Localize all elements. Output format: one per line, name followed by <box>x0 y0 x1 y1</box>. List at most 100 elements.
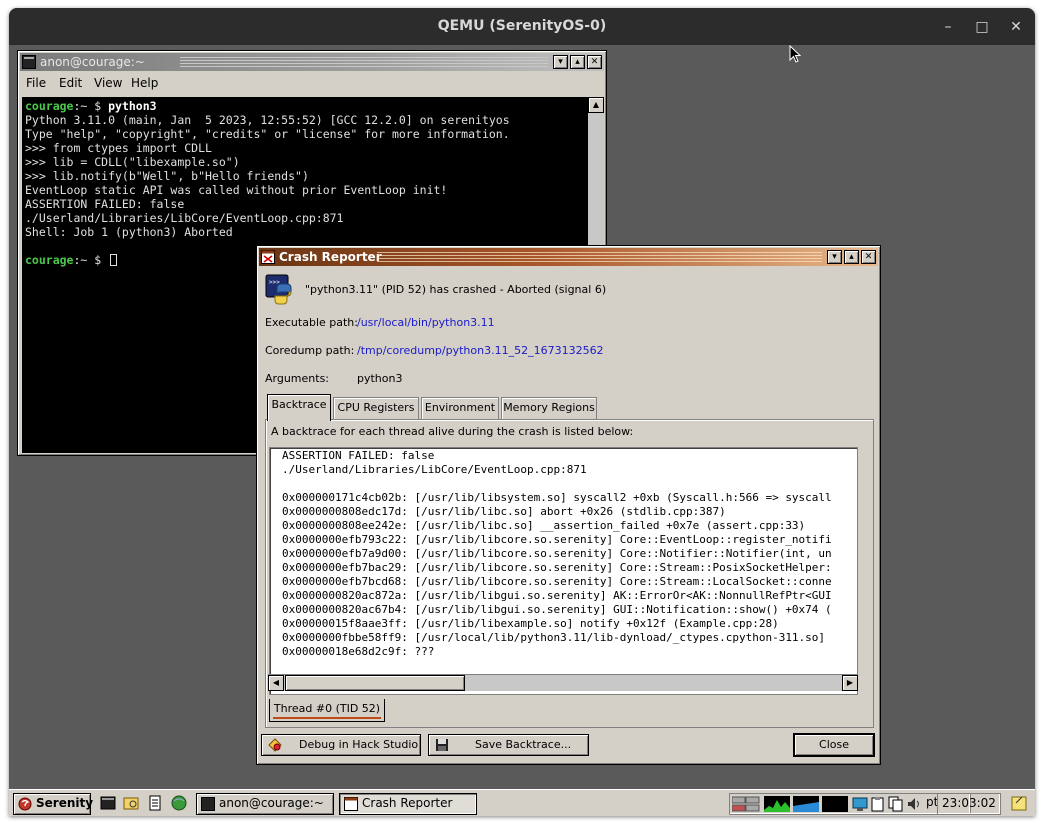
hack-studio-icon <box>268 738 282 752</box>
crash-reporter-window: Crash Reporter ▾ ▴ ✕ >>> "python3.11" (P… <box>256 245 881 765</box>
terminal-menubar: File Edit View Help <box>20 73 604 93</box>
tab-memory-regions[interactable]: Memory Regions <box>501 397 597 420</box>
mouse-cursor-icon <box>789 45 801 63</box>
debug-in-hack-studio-button[interactable]: Debug in Hack Studio <box>261 734 421 756</box>
backtrace-line: ./Userland/Libraries/LibCore/EventLoop.c… <box>282 463 587 476</box>
backtrace-line: 0x0000000fbbe58ff9: [/usr/local/lib/pyth… <box>282 631 826 644</box>
maximize-button[interactable]: ▴ <box>570 55 585 69</box>
system-tray: pt <box>729 793 971 815</box>
network-icon[interactable] <box>852 796 868 812</box>
tab-cpu-registers[interactable]: CPU Registers <box>333 397 419 420</box>
scroll-left-arrow-icon[interactable]: ◀ <box>268 675 284 691</box>
terminal-command-line: courage:~ $ python3 <box>25 99 157 113</box>
save-button-label: Save Backtrace... <box>475 738 572 751</box>
workspaces-icon[interactable] <box>732 796 760 812</box>
copy-icon[interactable] <box>888 796 904 812</box>
backtrace-line: 0x0000000820ac872a: [/usr/lib/libgui.so.… <box>282 589 832 602</box>
python-icon: >>> <box>265 274 292 305</box>
terminal-launcher-icon[interactable] <box>100 795 116 811</box>
terminal-output-line: >>> lib.notify(b"Well", b"Hello friends"… <box>25 169 309 183</box>
maximize-button[interactable]: □ <box>971 16 993 38</box>
tab-thread-0[interactable]: Thread #0 (TID 52) <box>269 699 385 722</box>
taskbar: Serenity anon@courage:~ Crash Reporter p… <box>9 789 1035 816</box>
cpu-graph-icon[interactable] <box>764 796 790 812</box>
close-button[interactable]: ✕ <box>861 250 876 264</box>
terminal-titlebar[interactable]: anon@courage:~ ▾ ▴ ✕ <box>20 53 604 71</box>
tab-environment[interactable]: Environment <box>421 397 499 420</box>
taskbar-window-label: anon@courage:~ <box>219 796 324 810</box>
crash-reporter-icon <box>261 250 275 264</box>
menu-edit[interactable]: Edit <box>59 76 82 90</box>
backtrace-line: 0x0000000808ee242e: [/usr/lib/libc.so] _… <box>282 519 806 532</box>
tab-backtrace[interactable]: Backtrace <box>267 394 331 421</box>
prompt-rest: :~ $ <box>73 99 109 113</box>
terminal-command: python3 <box>108 99 157 113</box>
backtrace-description: A backtrace for each thread alive during… <box>271 425 634 438</box>
arguments-label: Arguments: <box>265 372 330 385</box>
close-button[interactable]: ✕ <box>587 55 602 69</box>
taskbar-window-label: Crash Reporter <box>362 796 453 810</box>
arguments-value: python3 <box>357 372 403 385</box>
maximize-button[interactable]: ▴ <box>844 250 859 264</box>
terminal-title: anon@courage:~ <box>40 55 145 69</box>
browser-icon[interactable] <box>171 795 187 811</box>
backtrace-line: ASSERTION FAILED: false <box>282 449 435 462</box>
backtrace-horizontal-scrollbar[interactable]: ◀ ▶ <box>268 674 858 691</box>
crash-headline: "python3.11" (PID 52) has crashed - Abor… <box>305 283 607 296</box>
terminal-output-line: Type "help", "copyright", "credits" or "… <box>25 127 510 141</box>
qemu-title: QEMU (SerenityOS-0) <box>437 18 607 34</box>
clipboard-icon[interactable] <box>870 796 886 812</box>
backtrace-line: 0x0000000820ac67b4: [/usr/lib/libgui.so.… <box>282 603 832 616</box>
prompt-user: courage <box>25 253 74 267</box>
start-button[interactable]: Serenity <box>13 793 94 815</box>
volume-icon[interactable] <box>906 796 922 812</box>
network-graph-icon[interactable] <box>822 796 848 812</box>
backtrace-text-view[interactable]: ASSERTION FAILED: false ./Userland/Libra… <box>269 447 858 695</box>
minimize-button[interactable]: ▾ <box>827 250 842 264</box>
serenity-desktop: anon@courage:~ ▾ ▴ ✕ File Edit View Help… <box>9 45 1035 816</box>
minimize-button[interactable]: – <box>937 16 959 38</box>
terminal-output-line: >>> from ctypes import CDLL <box>25 141 212 155</box>
backtrace-line: 0x0000000efb793c22: [/usr/lib/libcore.so… <box>282 533 832 546</box>
crash-reporter-icon <box>344 797 358 811</box>
clock[interactable]: 23:03:02 <box>937 793 1001 815</box>
terminal-output-line: Shell: Job 1 (python3) Aborted <box>25 225 233 239</box>
taskbar-window-crash-reporter[interactable]: Crash Reporter <box>339 793 477 815</box>
file-manager-icon[interactable] <box>123 795 139 811</box>
minimize-button[interactable]: ▾ <box>553 55 568 69</box>
executable-path-link[interactable]: /usr/local/bin/python3.11 <box>357 316 495 329</box>
menu-help[interactable]: Help <box>131 76 158 90</box>
backtrace-line: 0x00000018e68d2c9f: ??? <box>282 645 435 658</box>
crash-reporter-title: Crash Reporter <box>279 250 382 264</box>
terminal-output-line: Python 3.11.0 (main, Jan 5 2023, 12:55:5… <box>25 113 510 127</box>
scroll-up-arrow-icon[interactable]: ▲ <box>588 97 604 113</box>
save-backtrace-button[interactable]: Save Backtrace... <box>428 734 589 756</box>
terminal-output-line: ASSERTION FAILED: false <box>25 197 185 211</box>
coredump-path-link[interactable]: /tmp/coredump/python3.11_52_1673132562 <box>357 344 604 357</box>
terminal-icon <box>22 55 36 69</box>
terminal-output-line: EventLoop static API was called without … <box>25 183 448 197</box>
debug-button-label: Debug in Hack Studio <box>299 738 419 751</box>
terminal-output-line: >>> lib = CDLL("libexample.so") <box>25 155 240 169</box>
menu-view[interactable]: View <box>94 76 122 90</box>
backtrace-line: 0x0000000efb7a9d00: [/usr/lib/libcore.so… <box>282 547 832 560</box>
notes-icon[interactable] <box>1011 795 1027 811</box>
taskbar-window-terminal[interactable]: anon@courage:~ <box>196 793 334 815</box>
close-button[interactable]: ✕ <box>1005 16 1027 38</box>
backtrace-line: 0x00000015f8aae3ff: [/usr/lib/libexample… <box>282 617 779 630</box>
close-dialog-button[interactable]: Close <box>794 734 874 756</box>
memory-graph-icon[interactable] <box>793 796 819 812</box>
serenity-logo-icon <box>18 797 32 811</box>
menu-file[interactable]: File <box>26 76 46 90</box>
backtrace-line: 0x0000000efb7bcd68: [/usr/lib/libcore.so… <box>282 575 832 588</box>
scroll-right-arrow-icon[interactable]: ▶ <box>842 675 858 691</box>
terminal-icon <box>201 797 215 811</box>
qemu-titlebar[interactable]: QEMU (SerenityOS-0) – □ ✕ <box>9 8 1035 45</box>
executable-label: Executable path: <box>265 316 358 329</box>
backtrace-line: 0x0000000808edc17d: [/usr/lib/libc.so] a… <box>282 505 726 518</box>
terminal-output-line: ./Userland/Libraries/LibCore/EventLoop.c… <box>25 211 344 225</box>
crash-reporter-titlebar[interactable]: Crash Reporter ▾ ▴ ✕ <box>259 248 878 266</box>
scrollbar-thumb[interactable] <box>285 675 465 691</box>
start-label: Serenity <box>36 796 94 810</box>
text-editor-icon[interactable] <box>147 795 163 811</box>
